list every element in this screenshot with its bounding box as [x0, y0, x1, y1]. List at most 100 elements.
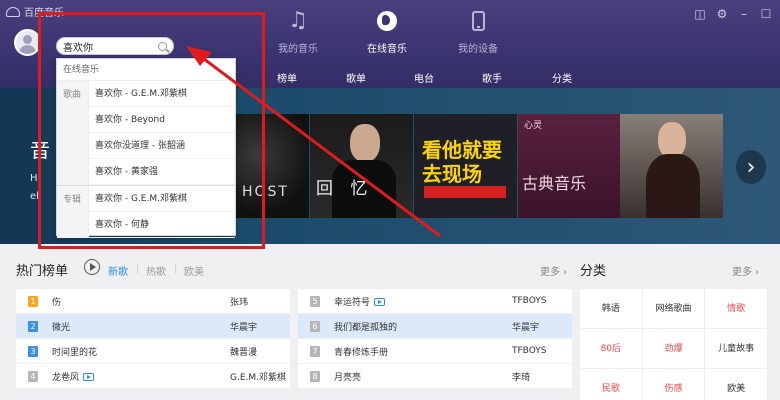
subnav-playlists[interactable]: 歌单	[346, 70, 366, 85]
banner-tile-2[interactable]: 回 忆	[310, 114, 413, 218]
banner-tile-3[interactable]: 看他就要去现场	[414, 114, 517, 218]
artist-name[interactable]: TFBOYS	[512, 296, 547, 306]
table-row[interactable]: 3 时间里的花 魏晋漫	[16, 339, 290, 364]
hot-chart-right: 5 幸运符号 TFBOYS 6 我们都是孤独的 华晨宇 7 青春修炼手册 TFB…	[298, 289, 572, 389]
tab-hot-songs[interactable]: 热歌	[146, 263, 166, 278]
artist-name[interactable]: 华晨宇	[512, 320, 539, 333]
rank-badge: 7	[310, 345, 320, 357]
table-row[interactable]: 8 月亮亮 李琦	[298, 364, 572, 389]
artist-name[interactable]: G.E.M.邓紫棋	[230, 370, 286, 383]
song-name[interactable]: 我们都是孤独的	[334, 320, 397, 333]
rank-badge: 4	[28, 370, 38, 382]
category-item[interactable]: 劲爆	[642, 329, 706, 369]
tab-western[interactable]: 欧美	[184, 263, 204, 278]
suggestion-item[interactable]: 喜欢你 - G.E.M.邓紫棋	[89, 81, 235, 107]
category-item[interactable]: 欧美	[705, 369, 768, 400]
song-name[interactable]: 微光	[52, 320, 70, 333]
table-row[interactable]: 6 我们都是孤独的 华晨宇	[298, 314, 572, 339]
category-grid: 韩语 网络歌曲 情歌 80后 劲爆 儿童故事 民歌 伤感 欧美	[580, 289, 768, 400]
song-name[interactable]: 幸运符号	[334, 295, 386, 308]
search-icon[interactable]	[158, 41, 167, 51]
rank-badge: 1	[28, 295, 38, 307]
category-item[interactable]: 情歌	[705, 289, 768, 329]
subnav-radio[interactable]: 电台	[414, 70, 434, 85]
gear-icon[interactable]: ⚙	[716, 8, 728, 20]
rank-badge: 5	[310, 295, 320, 307]
minimize-icon[interactable]: –	[738, 8, 750, 20]
rank-badge: 2	[28, 320, 38, 332]
artist-name[interactable]: 华晨宇	[230, 320, 257, 333]
tile-label: 回 忆	[316, 179, 374, 199]
music-note-icon: ♫	[288, 8, 308, 33]
tile-label: 古典音乐	[522, 174, 587, 193]
search-box[interactable]	[56, 37, 174, 55]
table-row[interactable]: 7 青春修炼手册 TFBOYS	[298, 339, 572, 364]
avatar[interactable]	[14, 29, 41, 56]
song-name[interactable]: 青春修炼手册	[334, 345, 388, 358]
nav-my-device[interactable]: 我的设备	[448, 10, 508, 55]
category-item[interactable]: 儿童故事	[705, 329, 768, 369]
app-logo-icon	[6, 6, 20, 17]
window-controls: ◫ ⚙ – ☐	[694, 8, 772, 20]
suggestion-item[interactable]: 喜欢你没道理 - 张韶涵	[89, 133, 235, 159]
maximize-icon[interactable]: ☐	[760, 8, 772, 20]
song-name[interactable]: 时间里的花	[52, 345, 97, 358]
banner-tile-5[interactable]	[620, 114, 723, 218]
rank-badge: 6	[310, 320, 320, 332]
subnav-singers[interactable]: 歌手	[482, 70, 502, 85]
table-row[interactable]: 2 微光 华晨宇	[16, 314, 290, 339]
categories-title: 分类	[580, 264, 607, 279]
phone-icon	[471, 11, 485, 31]
search-input[interactable]	[63, 40, 155, 52]
suggestion-group-albums: 专辑 喜欢你 - G.E.M.邓紫棋 喜欢你 - 何静	[57, 185, 235, 238]
table-row[interactable]: 1 伤 张玮	[16, 289, 290, 314]
suggestion-item[interactable]: 喜欢你 - G.E.M.邓紫棋	[89, 186, 235, 212]
suggestion-group-label: 专辑	[57, 186, 89, 238]
nav-online-music[interactable]: 在线音乐	[357, 10, 417, 55]
category-item[interactable]: 韩语	[580, 289, 643, 329]
banner-tile-4[interactable]: 心灵 古典音乐	[518, 114, 621, 218]
play-icon[interactable]	[84, 259, 100, 275]
suggestion-item[interactable]: 喜欢你 - 何静	[89, 212, 235, 238]
banner-title: 音	[30, 138, 54, 162]
nav-online-music-label: 在线音乐	[367, 44, 407, 55]
song-name[interactable]: 伤	[52, 295, 61, 308]
artist-name[interactable]: 李琦	[512, 370, 530, 383]
category-item[interactable]: 网络歌曲	[642, 289, 706, 329]
subnav-charts[interactable]: 榜单	[277, 70, 297, 85]
tile-top-label: 心灵	[524, 121, 543, 131]
table-row[interactable]: 5 幸运符号 TFBOYS	[298, 289, 572, 314]
skin-icon[interactable]: ◫	[694, 8, 706, 20]
globe-icon	[377, 11, 397, 31]
more-link-hot[interactable]: 更多 ›	[540, 263, 567, 278]
artist-name[interactable]: TFBOYS	[512, 346, 547, 356]
category-item[interactable]: 民歌	[580, 369, 643, 400]
app-title-bar: 百度音乐	[6, 4, 64, 19]
category-item[interactable]: 伤感	[643, 369, 706, 400]
tab-new-songs[interactable]: 新歌	[108, 263, 128, 278]
nav-my-music-label: 我的音乐	[278, 44, 318, 55]
mv-icon[interactable]	[374, 298, 386, 306]
hot-charts-title: 热门榜单	[16, 264, 69, 279]
suggestion-item[interactable]: 喜欢你 - Beyond	[89, 107, 235, 133]
song-name[interactable]: 龙卷风	[52, 370, 95, 383]
subnav-categories[interactable]: 分类	[552, 70, 572, 85]
table-row[interactable]: 4 龙卷风 G.E.M.邓紫棋	[16, 364, 290, 389]
suggestion-group-label: 歌曲	[57, 81, 89, 185]
nav-my-music[interactable]: ♫ 我的音乐	[268, 8, 328, 56]
rank-badge: 3	[28, 345, 38, 357]
hot-chart-left: 1 伤 张玮 2 微光 华晨宇 3 时间里的花 魏晋漫 4 龙卷风 G.E.M.…	[16, 289, 290, 389]
tile-label: HOST	[242, 184, 289, 200]
chevron-right-icon[interactable]: ›	[736, 150, 766, 184]
artist-name[interactable]: 张玮	[230, 295, 248, 308]
suggestion-item[interactable]: 喜欢你 - 黄家强	[89, 159, 235, 185]
suggestion-group-songs: 歌曲 喜欢你 - G.E.M.邓紫棋 喜欢你 - Beyond 喜欢你没道理 -…	[57, 81, 235, 185]
song-name[interactable]: 月亮亮	[334, 370, 361, 383]
more-link-categories[interactable]: 更多 ›	[732, 263, 759, 278]
app-title: 百度音乐	[24, 8, 64, 19]
mv-icon[interactable]	[83, 373, 95, 381]
search-suggestions: 在线音乐 歌曲 喜欢你 - G.E.M.邓紫棋 喜欢你 - Beyond 喜欢你…	[56, 58, 236, 238]
artist-name[interactable]: 魏晋漫	[230, 345, 257, 358]
category-item[interactable]: 80后	[580, 329, 643, 369]
banner-subtext: H. el	[30, 173, 41, 202]
